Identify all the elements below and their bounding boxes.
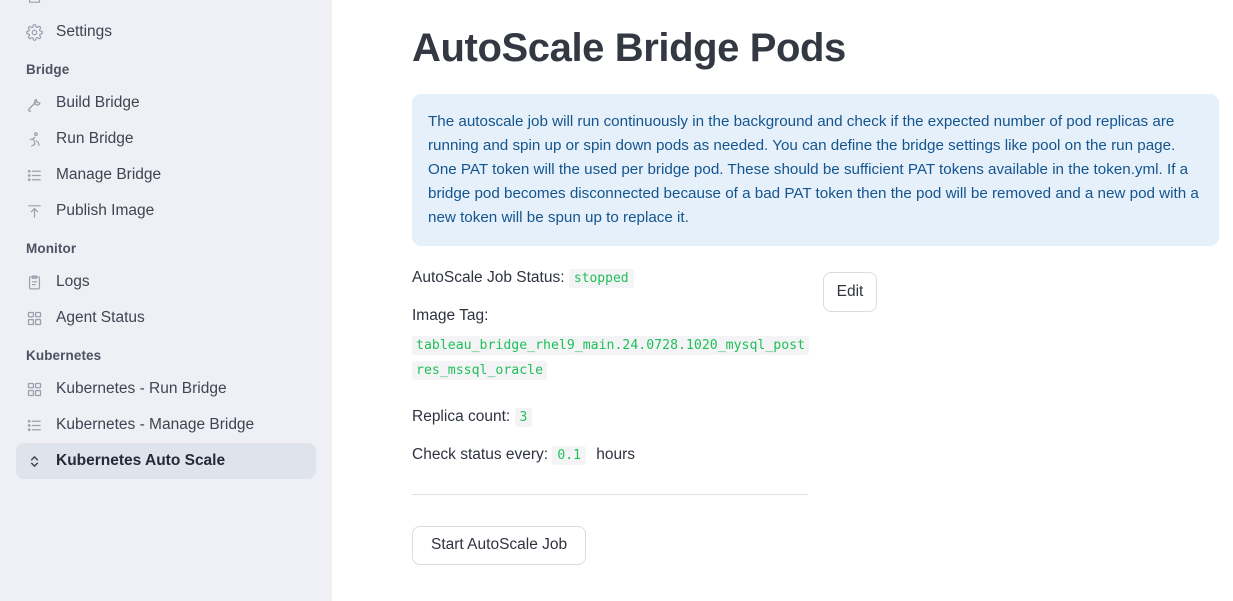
section-divider xyxy=(412,493,808,495)
sidebar-item-logs[interactable]: Logs xyxy=(16,264,316,300)
gear-icon xyxy=(26,23,43,41)
sidebar-item-label: Manage Bridge xyxy=(56,166,162,183)
upload-icon xyxy=(26,203,43,220)
sidebar-item-kubernetes-manage-bridge[interactable]: Kubernetes - Manage Bridge xyxy=(16,407,316,443)
sidebar-item-publish-image[interactable]: Publish Image xyxy=(16,193,316,229)
grid-icon xyxy=(26,381,43,398)
sidebar-item-kubernetes-auto-scale[interactable]: Kubernetes Auto Scale xyxy=(16,443,316,479)
start-autoscale-job-button[interactable]: Start AutoScale Job xyxy=(412,525,587,565)
sidebar-item-label: Settings xyxy=(56,23,113,40)
list-icon xyxy=(26,167,43,184)
replica-count-value: 3 xyxy=(514,407,533,427)
check-status-unit: hours xyxy=(596,445,635,463)
edit-button[interactable]: Edit xyxy=(823,272,877,312)
sidebar-section-bridge-section: Bridge xyxy=(26,62,70,77)
sidebar-item-label: Run Bridge xyxy=(56,130,134,147)
sidebar-item-label: Kubernetes Auto Scale xyxy=(56,452,226,469)
status-area: AutoScale Job Status: stopped Image Tag:… xyxy=(412,268,1219,565)
main-content: AutoScale Bridge Pods The autoscale job … xyxy=(332,0,1233,601)
sidebar-item-label: Build Bridge xyxy=(56,94,140,111)
clipboard-icon xyxy=(26,274,43,291)
sidebar-item-manage-bridge[interactable]: Manage Bridge xyxy=(16,157,316,193)
home-icon xyxy=(26,0,43,5)
sidebar-nav-list: Home Settings Bridge Build Bridge Run Bridge… xyxy=(16,0,316,479)
image-tag-value-wrap: tableau_bridge_rhel9_main.24.0728.1020_m… xyxy=(412,333,810,383)
wrench-icon xyxy=(26,95,43,112)
sidebar-item-settings[interactable]: Settings xyxy=(16,14,316,50)
image-tag-label: Image Tag: xyxy=(412,306,489,324)
sidebar-item-kubernetes-run-bridge[interactable]: Kubernetes - Run Bridge xyxy=(16,371,316,407)
sidebar: Home Settings Bridge Build Bridge Run Bridge… xyxy=(0,0,332,601)
sidebar-item-label: Agent Status xyxy=(56,309,145,326)
sidebar-section-monitor-section: Monitor xyxy=(26,241,77,256)
image-tag-value: tableau_bridge_rhel9_main.24.0728.1020_m… xyxy=(412,335,810,380)
replica-count-label: Replica count: xyxy=(412,407,511,425)
status-badge: stopped xyxy=(568,269,634,288)
autoscale-job-status-row: AutoScale Job Status: stopped xyxy=(412,268,1219,289)
app-root: Home Settings Bridge Build Bridge Run Bridge… xyxy=(0,0,1233,601)
check-status-value: 0.1 xyxy=(552,445,586,465)
sidebar-section-kubernetes-section: Kubernetes xyxy=(26,348,102,363)
sidebar-item-run-bridge[interactable]: Run Bridge xyxy=(16,121,316,157)
image-tag-row: Image Tag: xyxy=(412,306,1219,327)
sidebar-item-build-bridge[interactable]: Build Bridge xyxy=(16,85,316,121)
info-banner: The autoscale job will run continuously … xyxy=(412,94,1219,246)
sidebar-item-label: Logs xyxy=(56,273,90,290)
updown-arrows-icon xyxy=(26,453,43,470)
runner-icon xyxy=(26,131,43,148)
check-status-row: Check status every: 0.1 hours xyxy=(412,445,1219,466)
page-title: AutoScale Bridge Pods xyxy=(412,26,846,70)
sidebar-item-label: Kubernetes - Manage Bridge xyxy=(56,416,255,433)
replica-count-row: Replica count: 3 xyxy=(412,407,1219,428)
sidebar-item-agent-status[interactable]: Agent Status xyxy=(16,300,316,336)
sidebar-item-home[interactable]: Home xyxy=(16,0,316,14)
grid-icon xyxy=(26,310,43,327)
sidebar-item-label: Kubernetes - Run Bridge xyxy=(56,380,227,397)
check-status-label: Check status every: xyxy=(412,445,549,463)
sidebar-item-label: Home xyxy=(56,0,97,5)
list-icon xyxy=(26,417,43,434)
sidebar-item-label: Publish Image xyxy=(56,202,155,219)
autoscale-job-status-label: AutoScale Job Status: xyxy=(412,269,565,286)
